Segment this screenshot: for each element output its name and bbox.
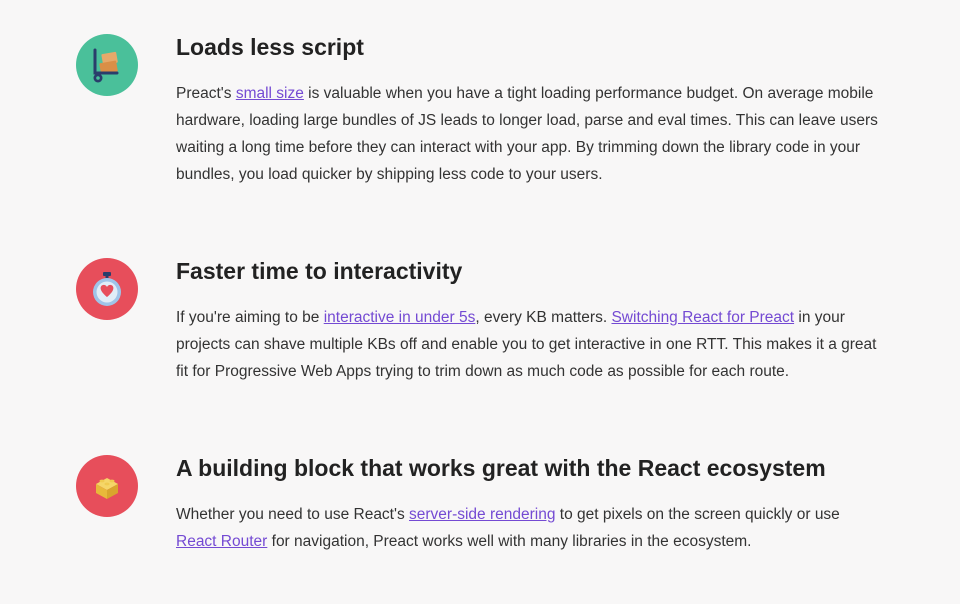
link-react-router[interactable]: React Router (176, 533, 267, 550)
link-interactive-under-5s[interactable]: interactive in under 5s (324, 309, 476, 326)
text-fragment: for navigation, Preact works well with m… (267, 533, 751, 550)
link-server-side-rendering[interactable]: server-side rendering (409, 506, 555, 523)
feature-faster-interactivity: Faster time to interactivity If you're a… (76, 258, 884, 385)
building-block-icon (76, 455, 138, 517)
text-fragment: Preact's (176, 85, 236, 102)
feature-heading: A building block that works great with t… (176, 455, 884, 483)
link-switching-react-preact[interactable]: Switching React for Preact (611, 309, 794, 326)
feature-description: If you're aiming to be interactive in un… (176, 304, 884, 385)
features-list: Loads less script Preact's small size is… (0, 0, 960, 595)
hand-truck-icon (76, 34, 138, 96)
stopwatch-heart-icon (76, 258, 138, 320)
feature-heading: Faster time to interactivity (176, 258, 884, 286)
text-fragment: , every KB matters. (475, 309, 611, 326)
text-fragment: If you're aiming to be (176, 309, 324, 326)
feature-loads-less-script: Loads less script Preact's small size is… (76, 34, 884, 188)
feature-description: Whether you need to use React's server-s… (176, 501, 884, 555)
feature-content: Loads less script Preact's small size is… (176, 34, 884, 188)
feature-react-ecosystem: A building block that works great with t… (76, 455, 884, 555)
text-fragment: Whether you need to use React's (176, 506, 409, 523)
text-fragment: to get pixels on the screen quickly or u… (555, 506, 839, 523)
feature-content: A building block that works great with t… (176, 455, 884, 555)
feature-content: Faster time to interactivity If you're a… (176, 258, 884, 385)
feature-description: Preact's small size is valuable when you… (176, 80, 884, 189)
feature-heading: Loads less script (176, 34, 884, 62)
link-small-size[interactable]: small size (236, 85, 304, 102)
